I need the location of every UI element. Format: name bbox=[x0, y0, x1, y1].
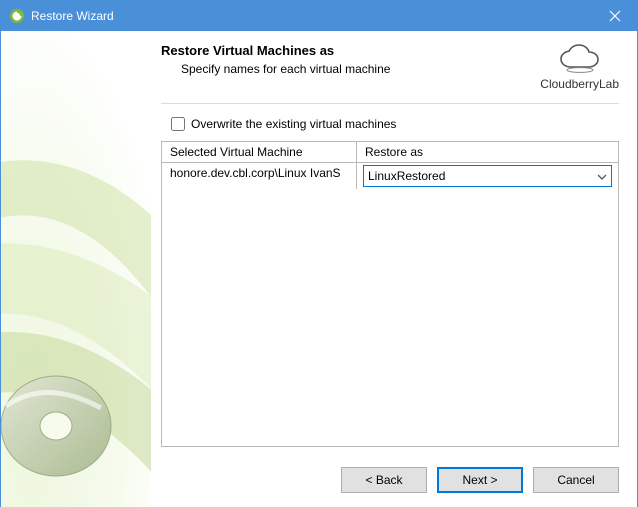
wizard-body: Restore Virtual Machines as Specify name… bbox=[1, 31, 637, 507]
close-icon bbox=[609, 10, 621, 22]
cancel-button[interactable]: Cancel bbox=[533, 467, 619, 493]
page-heading: Restore Virtual Machines as bbox=[161, 43, 540, 58]
page-subheading: Specify names for each virtual machine bbox=[181, 62, 540, 76]
wizard-button-bar: < Back Next > Cancel bbox=[341, 467, 619, 493]
restore-wizard-window: Restore Wizard bbox=[0, 0, 638, 507]
grid-header: Selected Virtual Machine Restore as bbox=[162, 142, 618, 163]
window-title: Restore Wizard bbox=[31, 9, 592, 23]
sidebar-decoration bbox=[1, 31, 151, 507]
restore-as-value: LinuxRestored bbox=[368, 169, 445, 183]
overwrite-label: Overwrite the existing virtual machines bbox=[191, 117, 396, 131]
col-restore-as[interactable]: Restore as bbox=[357, 142, 618, 162]
col-selected-vm[interactable]: Selected Virtual Machine bbox=[162, 142, 357, 162]
next-button[interactable]: Next > bbox=[437, 467, 523, 493]
brand-block: CloudberryLab bbox=[540, 43, 619, 103]
overwrite-checkbox[interactable] bbox=[171, 117, 185, 131]
overwrite-checkbox-row[interactable]: Overwrite the existing virtual machines bbox=[171, 117, 396, 131]
close-button[interactable] bbox=[592, 1, 637, 31]
restore-as-combobox[interactable]: LinuxRestored bbox=[363, 165, 612, 187]
cloud-icon bbox=[555, 43, 605, 75]
back-button[interactable]: < Back bbox=[341, 467, 427, 493]
table-row: honore.dev.cbl.corp\Linux IvanS LinuxRes… bbox=[162, 163, 618, 189]
vm-mapping-grid: Selected Virtual Machine Restore as hono… bbox=[161, 141, 619, 447]
chevron-down-icon bbox=[597, 169, 607, 183]
app-icon bbox=[9, 8, 25, 24]
header-separator bbox=[161, 103, 619, 104]
brand-name: CloudberryLab bbox=[540, 77, 619, 91]
cell-selected-vm[interactable]: honore.dev.cbl.corp\Linux IvanS bbox=[162, 163, 357, 189]
titlebar[interactable]: Restore Wizard bbox=[1, 1, 637, 31]
